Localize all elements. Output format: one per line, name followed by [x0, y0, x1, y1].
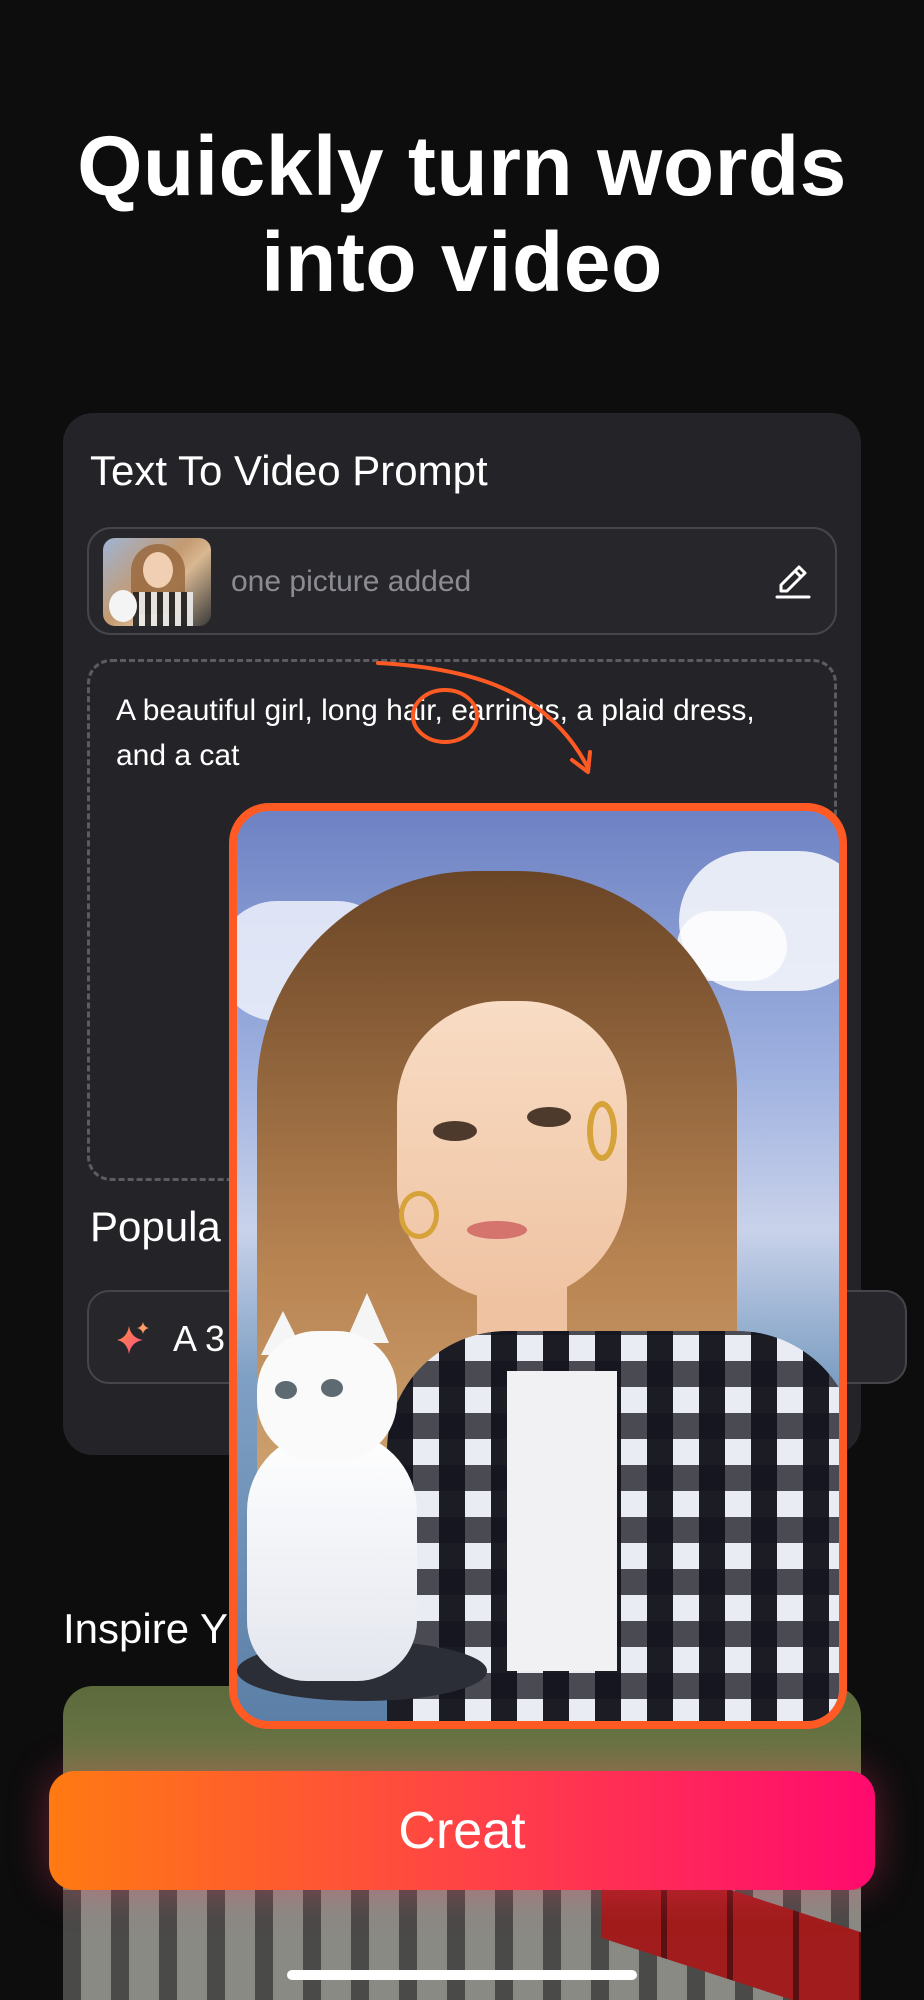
- popular-prompts-heading: Popula: [90, 1203, 221, 1250]
- picture-added-label: one picture added: [231, 565, 472, 598]
- added-picture-row[interactable]: one picture added: [87, 527, 837, 635]
- earring: [587, 1101, 617, 1161]
- picture-thumbnail[interactable]: [103, 538, 211, 626]
- cat-eye: [321, 1379, 343, 1397]
- thumb-cat: [109, 590, 137, 622]
- prompt-text: A beautiful girl, long hair, earrings, a…: [116, 694, 755, 772]
- girl-eye: [433, 1121, 477, 1141]
- card-title: Text To Video Prompt: [90, 447, 488, 494]
- earring: [399, 1191, 439, 1239]
- girl-lips: [467, 1221, 527, 1239]
- thumb-shirt: [133, 592, 193, 626]
- sparkle-icon: [117, 1322, 149, 1354]
- hero-title-line1: Quickly turn words: [77, 119, 847, 213]
- page: Quickly turn words into video Text To Vi…: [0, 0, 924, 2000]
- home-indicator[interactable]: [287, 1970, 637, 1980]
- cat-body: [247, 1431, 417, 1681]
- hero-title: Quickly turn words into video: [0, 118, 924, 310]
- girl-eye: [527, 1107, 571, 1127]
- inner-shirt: [507, 1371, 617, 1671]
- create-button[interactable]: Creat: [49, 1771, 875, 1890]
- thumb-face: [143, 552, 173, 588]
- pencil-icon[interactable]: [773, 561, 813, 601]
- inspire-heading: Inspire Y: [63, 1605, 228, 1652]
- chip-text: A 3: [173, 1318, 226, 1359]
- hero-title-line2: into video: [261, 215, 663, 309]
- cat-eye: [275, 1381, 297, 1399]
- example-video-preview: [229, 803, 847, 1729]
